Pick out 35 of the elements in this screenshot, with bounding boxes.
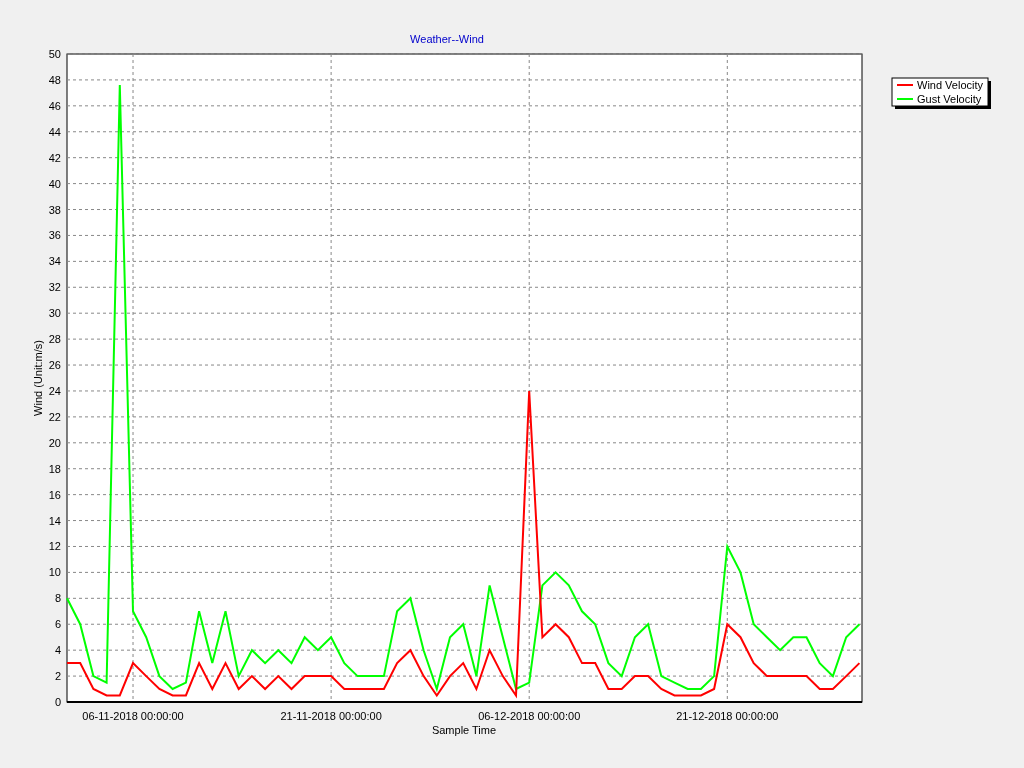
y-axis-label: Wind (Unit:m/s) xyxy=(32,340,44,416)
y-tick-label: 8 xyxy=(54,592,61,605)
y-tick-label: 34 xyxy=(48,255,61,268)
y-tick-label: 10 xyxy=(48,566,61,579)
x-axis-label: Sample Time xyxy=(431,724,497,736)
y-tick-label: 22 xyxy=(48,410,61,423)
y-tick-label: 6 xyxy=(54,618,61,631)
x-tick-label: 06-12-2018 00:00:00 xyxy=(478,710,581,722)
y-tick-label: 0 xyxy=(54,696,61,708)
chart-title: Weather--Wind xyxy=(410,33,484,45)
legend-label: Gust Velocity xyxy=(917,93,982,105)
x-tick-label: 06-11-2018 00:00:00 xyxy=(82,710,184,722)
x-tick-label: 21-11-2018 00:00:00 xyxy=(280,710,382,722)
y-tick-label: 40 xyxy=(48,177,61,190)
y-tick-label: 48 xyxy=(48,73,61,86)
y-tick-label: 38 xyxy=(48,203,61,216)
y-tick-label: 24 xyxy=(48,384,61,397)
y-tick-label: 28 xyxy=(48,333,61,346)
y-tick-label: 20 xyxy=(48,436,61,449)
y-tick-label: 4 xyxy=(54,644,61,657)
y-tick-label: 30 xyxy=(48,307,61,320)
legend-label: Wind Velocity xyxy=(917,79,984,91)
y-tick-label: 14 xyxy=(48,514,61,527)
y-tick-label: 42 xyxy=(48,151,61,164)
x-tick-label: 21-12-2018 00:00:00 xyxy=(676,710,779,722)
y-tick-label: 26 xyxy=(48,359,61,372)
y-tick-label: 36 xyxy=(48,229,61,242)
y-tick-label: 44 xyxy=(48,125,61,138)
y-tick-label: 18 xyxy=(48,462,61,475)
y-tick-label: 50 xyxy=(48,48,61,60)
y-tick-label: 46 xyxy=(48,99,61,112)
y-tick-label: 16 xyxy=(48,488,61,501)
y-tick-label: 2 xyxy=(54,670,61,683)
y-tick-label: 12 xyxy=(48,540,61,553)
y-tick-label: 32 xyxy=(48,281,61,294)
